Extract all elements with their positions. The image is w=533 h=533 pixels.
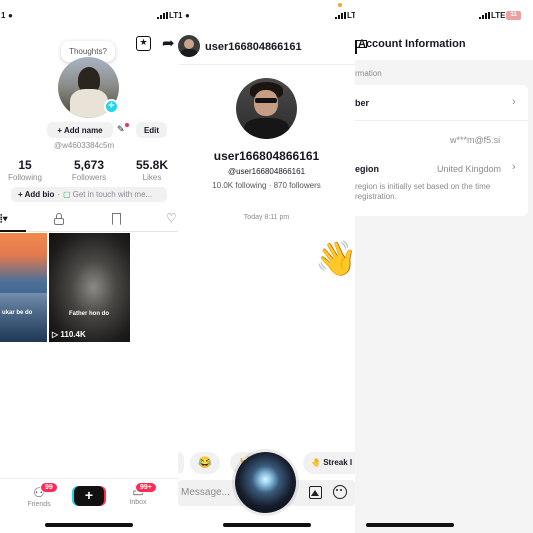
content-tabs: ⦙▾ ♡: [0, 210, 178, 232]
friends-label: Friends: [27, 501, 51, 508]
chat-bubble-icon: ▢: [63, 190, 71, 199]
video-thumbnail-2[interactable]: Father hon do ▷ 110.4K: [49, 233, 130, 342]
tab-saved-bookmark-icon[interactable]: [112, 213, 121, 225]
person-icon: ●: [8, 11, 13, 20]
account-info-card: ber › w***m@f5.si egion United Kingdom ›…: [355, 85, 528, 216]
add-avatar-plus-icon[interactable]: +: [104, 99, 119, 114]
calendar-star-icon[interactable]: ★: [136, 36, 151, 51]
signal-icon: [157, 12, 168, 19]
create-plus-button[interactable]: +: [74, 486, 104, 506]
tab-liked-heart-icon[interactable]: ♡: [166, 211, 177, 225]
carrier-label: LT: [169, 11, 178, 20]
video-2-views: ▷ 110.4K: [52, 330, 86, 339]
profile-screen: 1 ● LT ★ ➦ Thoughts? + + Add name ✎ Edit…: [0, 0, 178, 533]
add-name-label: + Add name: [57, 125, 103, 135]
row-number-label: ber: [355, 98, 370, 108]
hand-emoji: 🤚: [311, 458, 321, 467]
row-email-value: w***m@f5.si: [450, 135, 501, 145]
get-in-touch-label: Get in touch with me...: [72, 190, 153, 199]
battery-level: 11: [510, 12, 517, 18]
sticker-icon[interactable]: [333, 485, 347, 499]
siri-orb-icon: [235, 452, 296, 513]
tab-videos-grid-icon[interactable]: ⦙▾: [0, 213, 8, 226]
wand-icon[interactable]: ✎: [117, 124, 125, 135]
avatar-clothing: [70, 89, 108, 118]
recording-dot: [338, 3, 342, 7]
streak-label: Streak I: [323, 458, 353, 467]
chat-header-avatar[interactable]: [178, 35, 200, 57]
home-indicator: [366, 523, 454, 527]
section-label: rmation: [355, 69, 382, 78]
chat-timestamp: Today 8:11 pm: [243, 214, 290, 221]
notification-dot: [125, 123, 129, 127]
inbox-label: Inbox: [129, 499, 147, 506]
share-arrow-icon[interactable]: ➦: [162, 34, 175, 52]
row-region-label: egion: [355, 164, 379, 174]
video-2-caption: Father hon do: [69, 311, 109, 317]
carrier-label: LTE: [491, 11, 506, 20]
carrier-label: LT: [347, 11, 355, 20]
status-time: 1: [1, 11, 6, 20]
profile-username[interactable]: @w4603384c5m: [54, 141, 114, 150]
signal-icon: [335, 12, 346, 19]
tab-private-lock-icon[interactable]: [54, 213, 64, 225]
likes-count: 55.8K: [135, 158, 169, 172]
chat-handle: @user166804866161: [227, 167, 306, 176]
add-bio-label: + Add bio: [18, 190, 55, 199]
reaction-chip-streak[interactable]: 🤚 Streak I: [303, 452, 355, 474]
home-indicator: [223, 523, 311, 527]
page-title: Account Information: [358, 38, 466, 50]
friends-badge: 99: [40, 482, 58, 493]
bio-row[interactable]: + Add bio · ▢ Get in touch with me...: [11, 187, 167, 202]
chat-profile-avatar[interactable]: [236, 78, 297, 139]
reaction-chip-partial[interactable]: [178, 452, 184, 474]
reaction-chip-laugh[interactable]: 😂: [190, 452, 220, 474]
followers-label: Followers: [71, 173, 107, 182]
stat-followers[interactable]: 5,673 Followers: [64, 158, 114, 182]
image-picker-icon[interactable]: [309, 486, 322, 499]
chat-follow-info: 10.0K following · 870 followers: [212, 181, 321, 190]
edit-profile-button[interactable]: Edit: [136, 122, 167, 138]
video-thumbnail-1[interactable]: ukar be do: [0, 233, 47, 342]
chat-display-name: user166804866161: [213, 149, 320, 163]
chat-screen: 1 ● LT user166804866161 user166804866161…: [178, 0, 355, 533]
laugh-emoji: 😂: [198, 457, 212, 469]
person-icon: ●: [185, 11, 190, 20]
battery-icon: 11: [506, 11, 521, 20]
wave-hand-emoji: 👋: [315, 240, 355, 278]
chevron-right-icon: ›: [512, 96, 516, 108]
video-2-view-count: 110.4K: [60, 330, 86, 339]
chevron-right-icon: ›: [512, 161, 516, 173]
account-row-number[interactable]: ber ›: [355, 85, 528, 121]
play-icon: ▷: [52, 330, 59, 339]
chat-header-username[interactable]: user166804866161: [205, 41, 302, 53]
stat-following[interactable]: 15 Following: [3, 158, 47, 182]
region-note: region is initially set based on the tim…: [355, 182, 491, 201]
header-divider: [178, 64, 355, 65]
status-bar: 1 ● LT: [178, 0, 355, 30]
edit-label: Edit: [143, 125, 160, 135]
thought-bubble-text: Thoughts?: [69, 47, 107, 56]
status-bar: LTE 11: [355, 0, 533, 30]
row-region-value: United Kingdom: [437, 164, 502, 174]
add-name-button[interactable]: + Add name: [47, 122, 113, 138]
signal-icon: [479, 12, 490, 19]
stat-likes[interactable]: 55.8K Likes: [130, 158, 174, 182]
inbox-badge: 99+: [135, 482, 157, 493]
video-1-caption: ukar be do: [2, 310, 33, 316]
status-time: 1: [178, 11, 183, 20]
message-input[interactable]: Message...: [181, 487, 230, 498]
sunglasses-icon: [255, 98, 277, 103]
active-tab-indicator: [0, 230, 26, 232]
followers-count: 5,673: [73, 158, 105, 172]
likes-label: Likes: [142, 173, 162, 182]
following-count: 15: [18, 158, 32, 172]
home-indicator: [45, 523, 133, 527]
following-label: Following: [8, 173, 42, 182]
status-bar: 1 ● LT: [0, 0, 178, 30]
account-info-screen: LTE 11 ‹ Account Information rmation ber…: [355, 0, 533, 533]
account-row-email[interactable]: w***m@f5.si: [355, 121, 528, 157]
